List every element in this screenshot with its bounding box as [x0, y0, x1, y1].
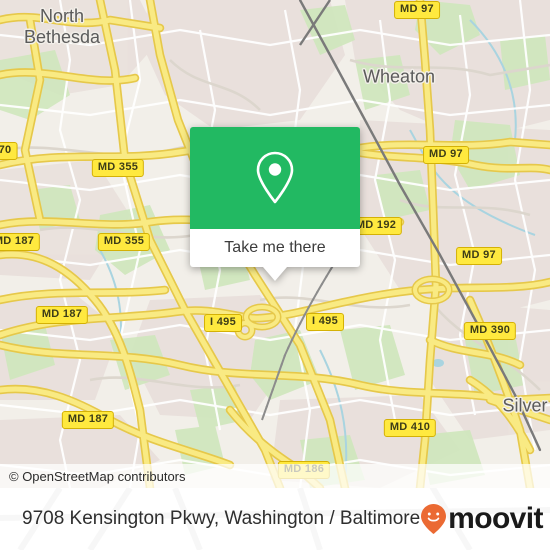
road-shield-md-187-mid: MD 187	[35, 306, 89, 324]
place-label-north-bethesda: North Bethesda	[23, 6, 101, 47]
road-shield-md-97-north: MD 97	[394, 1, 440, 19]
road-shield-md-355-lower: MD 355	[97, 233, 151, 251]
road-shield-md-410: MD 410	[383, 419, 437, 437]
road-shield-md-390: MD 390	[463, 322, 517, 340]
road-shield-i-495-east: I 495	[306, 313, 344, 331]
road-shield-md-97-east: MD 97	[456, 247, 502, 265]
road-shield-md-187-south: MD 187	[61, 411, 115, 429]
location-address: 9708 Kensington Pkwy, Washington / Balti…	[22, 508, 421, 529]
attribution-text: © OpenStreetMap contributors	[9, 468, 186, 484]
road-shield-md-355-upper: MD 355	[91, 159, 145, 177]
map-attribution: © OpenStreetMap contributors	[0, 464, 550, 488]
road-shield-md-187-west: MD 187	[0, 233, 41, 251]
location-popup-card[interactable]: Take me there	[190, 127, 360, 281]
take-me-there-label: Take me there	[224, 239, 326, 256]
map-pin-icon	[256, 151, 294, 204]
map-screen: North Bethesda Wheaton Silver MD 97 MD 9…	[0, 0, 550, 550]
footer-bar: 9708 Kensington Pkwy, Washington / Balti…	[0, 488, 550, 550]
place-label-silver: Silver	[502, 395, 548, 416]
road-shield-i-270: 70	[0, 142, 18, 160]
moovit-wordmark: moovit	[448, 502, 543, 535]
take-me-there-button[interactable]: Take me there	[190, 229, 360, 267]
moovit-smiley-pin-icon	[421, 504, 447, 534]
road-shield-i-495-west: I 495	[204, 314, 242, 332]
moovit-logo[interactable]: moovit	[420, 502, 544, 536]
place-label-wheaton: Wheaton	[362, 66, 436, 87]
popup-tail	[263, 267, 287, 281]
map-canvas[interactable]: North Bethesda Wheaton Silver MD 97 MD 9…	[0, 0, 550, 488]
road-shield-md-97-mid: MD 97	[423, 146, 469, 164]
popup-pin-area	[190, 127, 360, 229]
